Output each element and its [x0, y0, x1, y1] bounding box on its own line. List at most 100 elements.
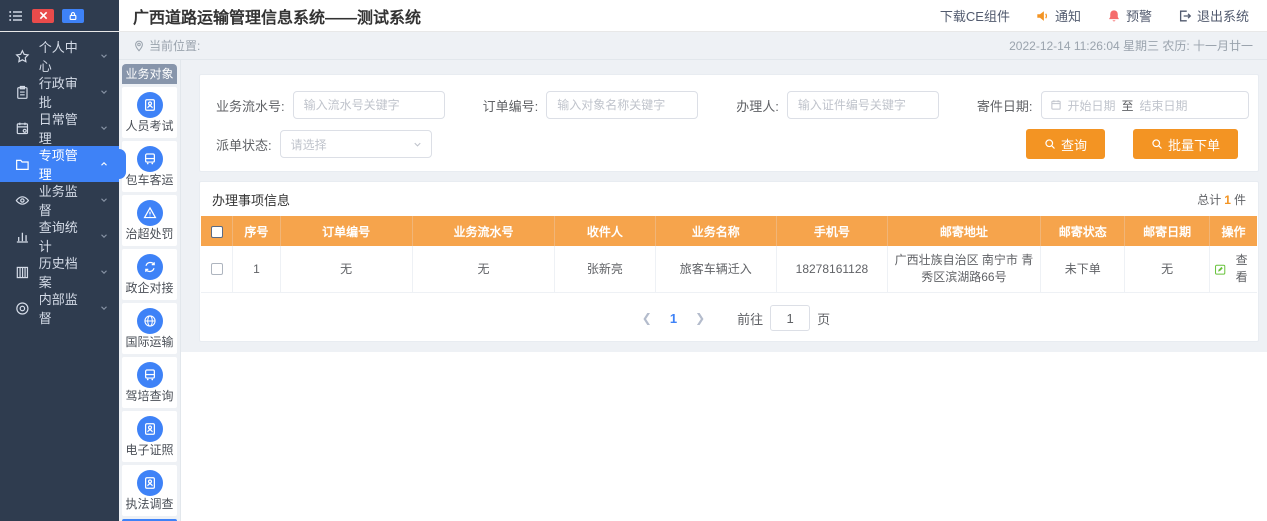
hamburger-menu-icon[interactable] — [8, 8, 24, 24]
sidebar-item-daily-management[interactable]: 日常管理 — [0, 110, 119, 146]
table-header-row: 序号 订单编号 业务流水号 收件人 业务名称 手机号 邮寄地址 邮寄状态 邮寄日 — [201, 216, 1257, 246]
table-panel: 办理事项信息 总计1件 — [199, 181, 1259, 342]
eye-icon — [15, 193, 30, 208]
page-suffix-label: 页 — [817, 309, 830, 328]
submenu-item-overload-penalty[interactable]: 治超处罚 — [122, 195, 177, 246]
table-row: 1 无 无 张新亮 旅客车辆迁入 18278161128 广西壮族自治区 南宁市… — [201, 246, 1257, 293]
submenu-item-e-certificate[interactable]: 电子证照 — [122, 411, 177, 462]
cell-biz: 旅客车辆迁入 — [655, 246, 776, 293]
id-badge-icon — [137, 470, 163, 496]
bus-icon — [137, 362, 163, 388]
submenu-item-driver-training-query[interactable]: 驾培查询 — [122, 357, 177, 408]
senddate-label: 寄件日期: — [977, 96, 1033, 115]
sidebar-item-admin-approval[interactable]: 行政审批 — [0, 74, 119, 110]
main-sidebar: 个人中心 行政审批 日常管理 专项管理 业务监督 — [0, 32, 119, 521]
alert-link[interactable]: 预警 — [1107, 6, 1152, 25]
chevron-down-icon — [99, 195, 109, 205]
handler-input[interactable] — [787, 91, 939, 119]
row-checkbox[interactable] — [211, 263, 223, 275]
clipboard-icon — [15, 85, 30, 100]
sidebar-item-query-statistics[interactable]: 查询统计 — [0, 218, 119, 254]
id-badge-icon — [137, 416, 163, 442]
pagination: ❮ 1 ❯ 前往 页 — [200, 305, 1258, 331]
end-date-placeholder: 结束日期 — [1140, 97, 1188, 114]
start-date-placeholder: 开始日期 — [1068, 97, 1116, 114]
top-links: 下载CE组件 通知 预警 退出系统 — [940, 0, 1267, 31]
star-icon — [15, 49, 30, 64]
sidebar-item-history-archive[interactable]: 历史档案 — [0, 254, 119, 290]
submenu-strip: 业务对象 人员考试 包车客运 治超处罚 政企 — [119, 60, 181, 521]
prev-page-button[interactable]: ❮ — [642, 311, 652, 325]
cell-order: 无 — [280, 246, 412, 293]
id-badge-icon — [137, 92, 163, 118]
download-ce-link[interactable]: 下载CE组件 — [940, 6, 1010, 25]
bar-chart-icon — [15, 229, 30, 244]
app-window: 广西道路运输管理信息系统——测试系统 下载CE组件 通知 预警 退出系统 — [0, 0, 1267, 521]
batch-order-button[interactable]: 批量下单 — [1133, 129, 1238, 159]
chevron-down-icon — [99, 123, 109, 133]
folder-icon — [15, 157, 30, 172]
submenu-item-international-transport[interactable]: 国际运输 — [122, 303, 177, 354]
cell-status: 未下单 — [1040, 246, 1124, 293]
cell-date: 无 — [1125, 246, 1209, 293]
sync-icon — [137, 254, 163, 280]
chevron-down-icon — [99, 231, 109, 241]
chevron-down-icon — [99, 87, 109, 97]
view-link[interactable]: 查看 — [1214, 252, 1253, 286]
search-icon — [1151, 138, 1163, 150]
submenu-item-charter-bus[interactable]: 包车客运 — [122, 141, 177, 192]
submenu-tag: 业务对象 — [122, 64, 177, 84]
goto-page-input[interactable] — [770, 305, 810, 331]
submenu-item-law-enforcement-investigation[interactable]: 执法调查 — [122, 465, 177, 516]
calendar-icon — [15, 121, 30, 136]
cell-recipient: 张新亮 — [555, 246, 655, 293]
submenu-item-personnel-exam[interactable]: 人员考试 — [122, 87, 177, 138]
chevron-down-icon — [412, 139, 423, 150]
current-page[interactable]: 1 — [670, 311, 677, 326]
search-button[interactable]: 查询 — [1026, 129, 1105, 159]
dispatch-label: 派单状态: — [216, 135, 272, 154]
chevron-down-icon — [99, 51, 109, 61]
cell-phone: 18278161128 — [776, 246, 887, 293]
calendar-icon — [1050, 99, 1062, 111]
sidebar-item-internal-supervision[interactable]: 内部监督 — [0, 290, 119, 326]
chevron-down-icon — [99, 303, 109, 313]
cell-address: 广西壮族自治区 南宁市 青秀区滨湖路66号 — [887, 246, 1040, 293]
sidebar-item-special-management[interactable]: 专项管理 — [0, 146, 119, 182]
filter-panel: 业务流水号: 订单编号: 办理人: — [199, 74, 1259, 172]
page-title: 广西道路运输管理信息系统——测试系统 — [119, 0, 940, 31]
cell-seq: 1 — [233, 246, 281, 293]
records-table: 序号 订单编号 业务流水号 收件人 业务名称 手机号 邮寄地址 邮寄状态 邮寄日 — [201, 216, 1257, 293]
cell-serial: 无 — [412, 246, 555, 293]
order-input[interactable] — [546, 91, 698, 119]
breadcrumb-bar: 当前位置: 2022-12-14 11:26:04 星期三 农历: 十一月廿一 — [119, 32, 1267, 60]
speaker-icon — [1036, 9, 1050, 23]
sidebar-item-personal-center[interactable]: 个人中心 — [0, 38, 119, 74]
date-to-label: 至 — [1122, 97, 1134, 114]
select-all-checkbox[interactable] — [211, 226, 223, 238]
senddate-range-picker[interactable]: 开始日期 至 结束日期 — [1041, 91, 1249, 119]
dispatch-status-select[interactable]: 请选择 — [280, 130, 432, 158]
top-bar: 广西道路运输管理信息系统——测试系统 下载CE组件 通知 预警 退出系统 — [0, 0, 1267, 32]
next-page-button[interactable]: ❯ — [695, 311, 705, 325]
serial-input[interactable] — [293, 91, 445, 119]
submenu-item-gov-enterprise[interactable]: 政企对接 — [122, 249, 177, 300]
chevron-down-icon — [99, 267, 109, 277]
warning-icon — [137, 200, 163, 226]
sidebar-item-business-supervision[interactable]: 业务监督 — [0, 182, 119, 218]
search-icon — [1044, 138, 1056, 150]
location-pin-icon — [133, 40, 145, 52]
lock-button[interactable] — [62, 9, 84, 23]
bus-icon — [137, 146, 163, 172]
logout-link[interactable]: 退出系统 — [1178, 6, 1249, 25]
handler-label: 办理人: — [736, 96, 779, 115]
goto-label: 前往 — [737, 309, 763, 328]
chevron-up-icon — [99, 159, 109, 169]
globe-icon — [137, 308, 163, 334]
serial-label: 业务流水号: — [216, 96, 285, 115]
total-count: 总计1件 — [1197, 191, 1246, 208]
notify-link[interactable]: 通知 — [1036, 6, 1081, 25]
close-tab-button[interactable] — [32, 9, 54, 23]
main-content: 业务流水号: 订单编号: 办理人: — [181, 60, 1267, 521]
logout-icon — [1178, 9, 1192, 23]
